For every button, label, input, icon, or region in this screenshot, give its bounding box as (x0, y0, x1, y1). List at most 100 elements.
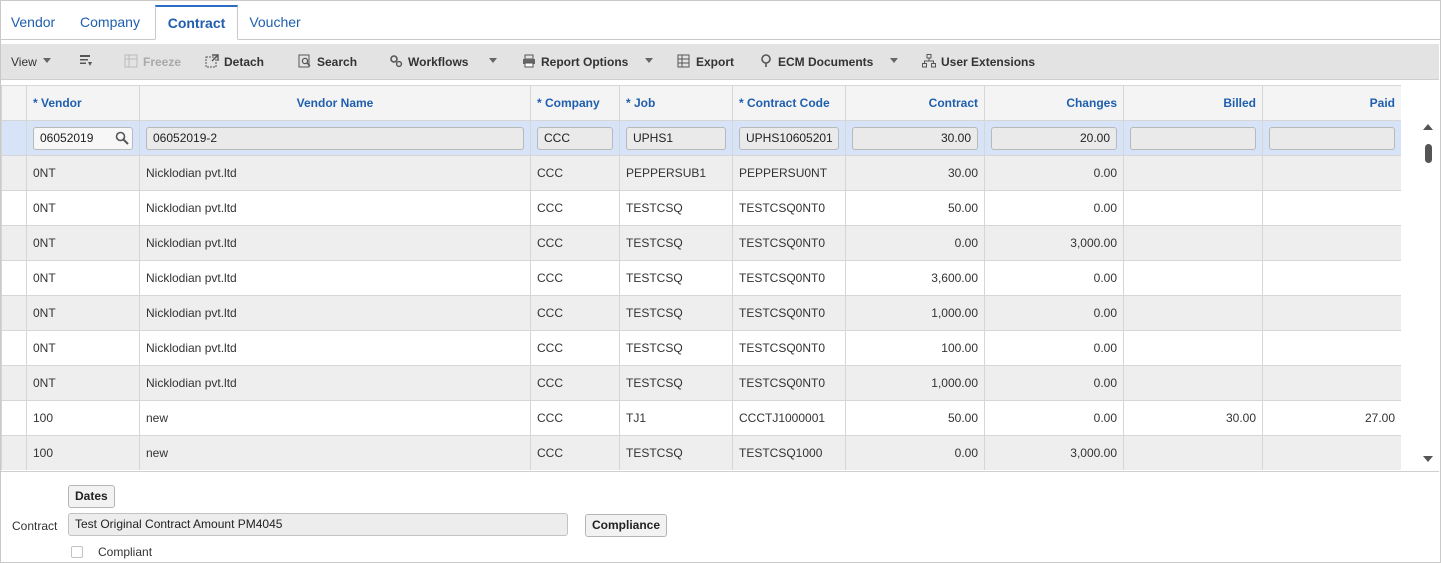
cell-company[interactable]: CCC (530, 155, 620, 191)
col-header-company[interactable]: * Company (530, 85, 620, 121)
cell-contract-code[interactable]: TESTCSQ0NT0 (732, 365, 846, 401)
table-row[interactable]: 0NT Nicklodian pvt.ltd CCC TESTCSQ TESTCSQ0N… (1, 225, 1401, 261)
ecm-documents-button[interactable]: ECM Documents (759, 44, 873, 80)
row-selector[interactable] (1, 365, 27, 401)
cell-changes[interactable]: 0.00 (984, 400, 1124, 436)
cell-vendor-name[interactable]: new (139, 400, 531, 436)
cell-billed[interactable] (1123, 225, 1263, 261)
row-selector[interactable] (1, 155, 27, 191)
cell-vendor[interactable]: 0NT (26, 365, 140, 401)
cell-vendor-name[interactable]: Nicklodian pvt.ltd (139, 295, 531, 331)
col-header-vendor-name[interactable]: Vendor Name (139, 85, 531, 121)
cell-company[interactable]: CCC (530, 365, 620, 401)
table-row[interactable]: 0NT Nicklodian pvt.ltd CCC TESTCSQ TESTCSQ0N… (1, 260, 1401, 296)
cell-company[interactable]: CCC (530, 225, 620, 261)
cell-contract[interactable]: 50.00 (845, 400, 985, 436)
changes-field[interactable]: 20.00 (991, 126, 1117, 150)
ecm-documents-chevron-down-icon[interactable] (890, 58, 898, 63)
workflows-button[interactable]: Workflows (389, 44, 468, 80)
cell-job[interactable]: TJ1 (619, 400, 733, 436)
col-header-paid[interactable]: Paid (1262, 85, 1401, 121)
cell-paid[interactable] (1262, 190, 1401, 226)
scroll-thumb[interactable] (1425, 144, 1432, 163)
paid-field[interactable] (1269, 126, 1395, 150)
cell-contract[interactable]: 30.00 (845, 155, 985, 191)
cell-contract[interactable]: 1,000.00 (845, 295, 985, 331)
cell-contract[interactable]: 3,600.00 (845, 260, 985, 296)
row-selector[interactable] (1, 190, 27, 226)
cell-vendor[interactable]: 0NT (26, 190, 140, 226)
cell-billed[interactable] (1123, 330, 1263, 366)
cell-billed[interactable] (1123, 435, 1263, 470)
cell-vendor-name[interactable]: Nicklodian pvt.ltd (139, 330, 531, 366)
cell-contract-code[interactable]: CCCTJ1000001 (732, 400, 846, 436)
report-options-button[interactable]: Report Options (522, 44, 628, 80)
cell-vendor[interactable]: 0NT (26, 295, 140, 331)
detach-button[interactable]: Detach (205, 44, 264, 80)
col-header-changes[interactable]: Changes (984, 85, 1124, 121)
billed-field[interactable] (1130, 126, 1256, 150)
cell-billed[interactable] (1123, 295, 1263, 331)
cell-vendor-name[interactable]: Nicklodian pvt.ltd (139, 225, 531, 261)
table-row[interactable]: 100 new CCC TESTCSQ TESTCSQ1000 0.00 3,000.00 (1, 435, 1401, 470)
cell-job[interactable]: TESTCSQ (619, 190, 733, 226)
cell-vendor-name[interactable]: Nicklodian pvt.ltd (139, 365, 531, 401)
cell-company[interactable]: CCC (530, 435, 620, 470)
cell-company[interactable]: CCC (530, 260, 620, 296)
cell-company[interactable]: CCC (530, 330, 620, 366)
vendor-name-field[interactable]: 06052019-2 (146, 126, 524, 150)
cell-contract-code[interactable]: TESTCSQ0NT0 (732, 190, 846, 226)
cell-billed[interactable]: 30.00 (1123, 400, 1263, 436)
col-header-contract-code[interactable]: * Contract Code (732, 85, 846, 121)
cell-contract[interactable]: 0.00 (845, 225, 985, 261)
user-extensions-button[interactable]: User Extensions (922, 44, 1035, 80)
cell-changes[interactable]: 3,000.00 (984, 225, 1124, 261)
report-options-chevron-down-icon[interactable] (645, 58, 653, 63)
cell-changes[interactable]: 3,000.00 (984, 435, 1124, 470)
cell-billed[interactable] (1123, 260, 1263, 296)
cell-vendor-name[interactable]: new (139, 435, 531, 470)
cell-contract-code[interactable]: TESTCSQ0NT0 (732, 260, 846, 296)
cell-contract[interactable]: 0.00 (845, 435, 985, 470)
cell-changes[interactable]: 0.00 (984, 190, 1124, 226)
cell-changes[interactable]: 0.00 (984, 260, 1124, 296)
cell-vendor-name[interactable]: Nicklodian pvt.ltd (139, 260, 531, 296)
cell-billed[interactable] (1123, 190, 1263, 226)
row-selector[interactable] (1, 330, 27, 366)
cell-paid[interactable] (1262, 225, 1401, 261)
col-header-job[interactable]: * Job (619, 85, 733, 121)
tab-voucher[interactable]: Voucher (243, 6, 307, 40)
cell-company[interactable]: CCC (530, 295, 620, 331)
contract-description-field[interactable]: Test Original Contract Amount PM4045 (68, 513, 568, 536)
cell-contract-code[interactable]: TESTCSQ0NT0 (732, 330, 846, 366)
row-selector[interactable] (1, 120, 27, 156)
cell-changes[interactable]: 0.00 (984, 330, 1124, 366)
cell-job[interactable]: TESTCSQ (619, 260, 733, 296)
search-button[interactable]: Search (298, 44, 357, 80)
cell-vendor[interactable]: 0NT (26, 330, 140, 366)
cell-paid[interactable] (1262, 155, 1401, 191)
scroll-down-icon[interactable] (1423, 456, 1433, 462)
table-row[interactable]: 0NT Nicklodian pvt.ltd CCC TESTCSQ TESTCSQ0N… (1, 295, 1401, 331)
cell-vendor-name[interactable]: Nicklodian pvt.ltd (139, 155, 531, 191)
cell-changes[interactable]: 0.00 (984, 155, 1124, 191)
cell-changes[interactable]: 0.00 (984, 295, 1124, 331)
cell-vendor[interactable]: 100 (26, 400, 140, 436)
customize-grid-button[interactable] (79, 44, 98, 80)
cell-vendor[interactable]: 0NT (26, 155, 140, 191)
cell-contract[interactable]: 100.00 (845, 330, 985, 366)
company-field[interactable]: CCC (537, 126, 613, 150)
col-header-contract[interactable]: Contract (845, 85, 985, 121)
cell-billed[interactable] (1123, 365, 1263, 401)
table-row[interactable]: 0NT Nicklodian pvt.ltd CCC TESTCSQ TESTCSQ0N… (1, 365, 1401, 401)
cell-paid[interactable] (1262, 260, 1401, 296)
cell-contract-code[interactable]: TESTCSQ0NT0 (732, 295, 846, 331)
grid-scrollbar[interactable] (1421, 120, 1435, 470)
cell-paid[interactable]: 27.00 (1262, 400, 1401, 436)
contract-amount-field[interactable]: 30.00 (852, 126, 978, 150)
table-row[interactable]: 0NT Nicklodian pvt.ltd CCC TESTCSQ TESTCSQ0N… (1, 190, 1401, 226)
scroll-up-icon[interactable] (1423, 124, 1433, 130)
cell-job[interactable]: TESTCSQ (619, 330, 733, 366)
cell-changes[interactable]: 0.00 (984, 365, 1124, 401)
cell-job[interactable]: PEPPERSUB1 (619, 155, 733, 191)
